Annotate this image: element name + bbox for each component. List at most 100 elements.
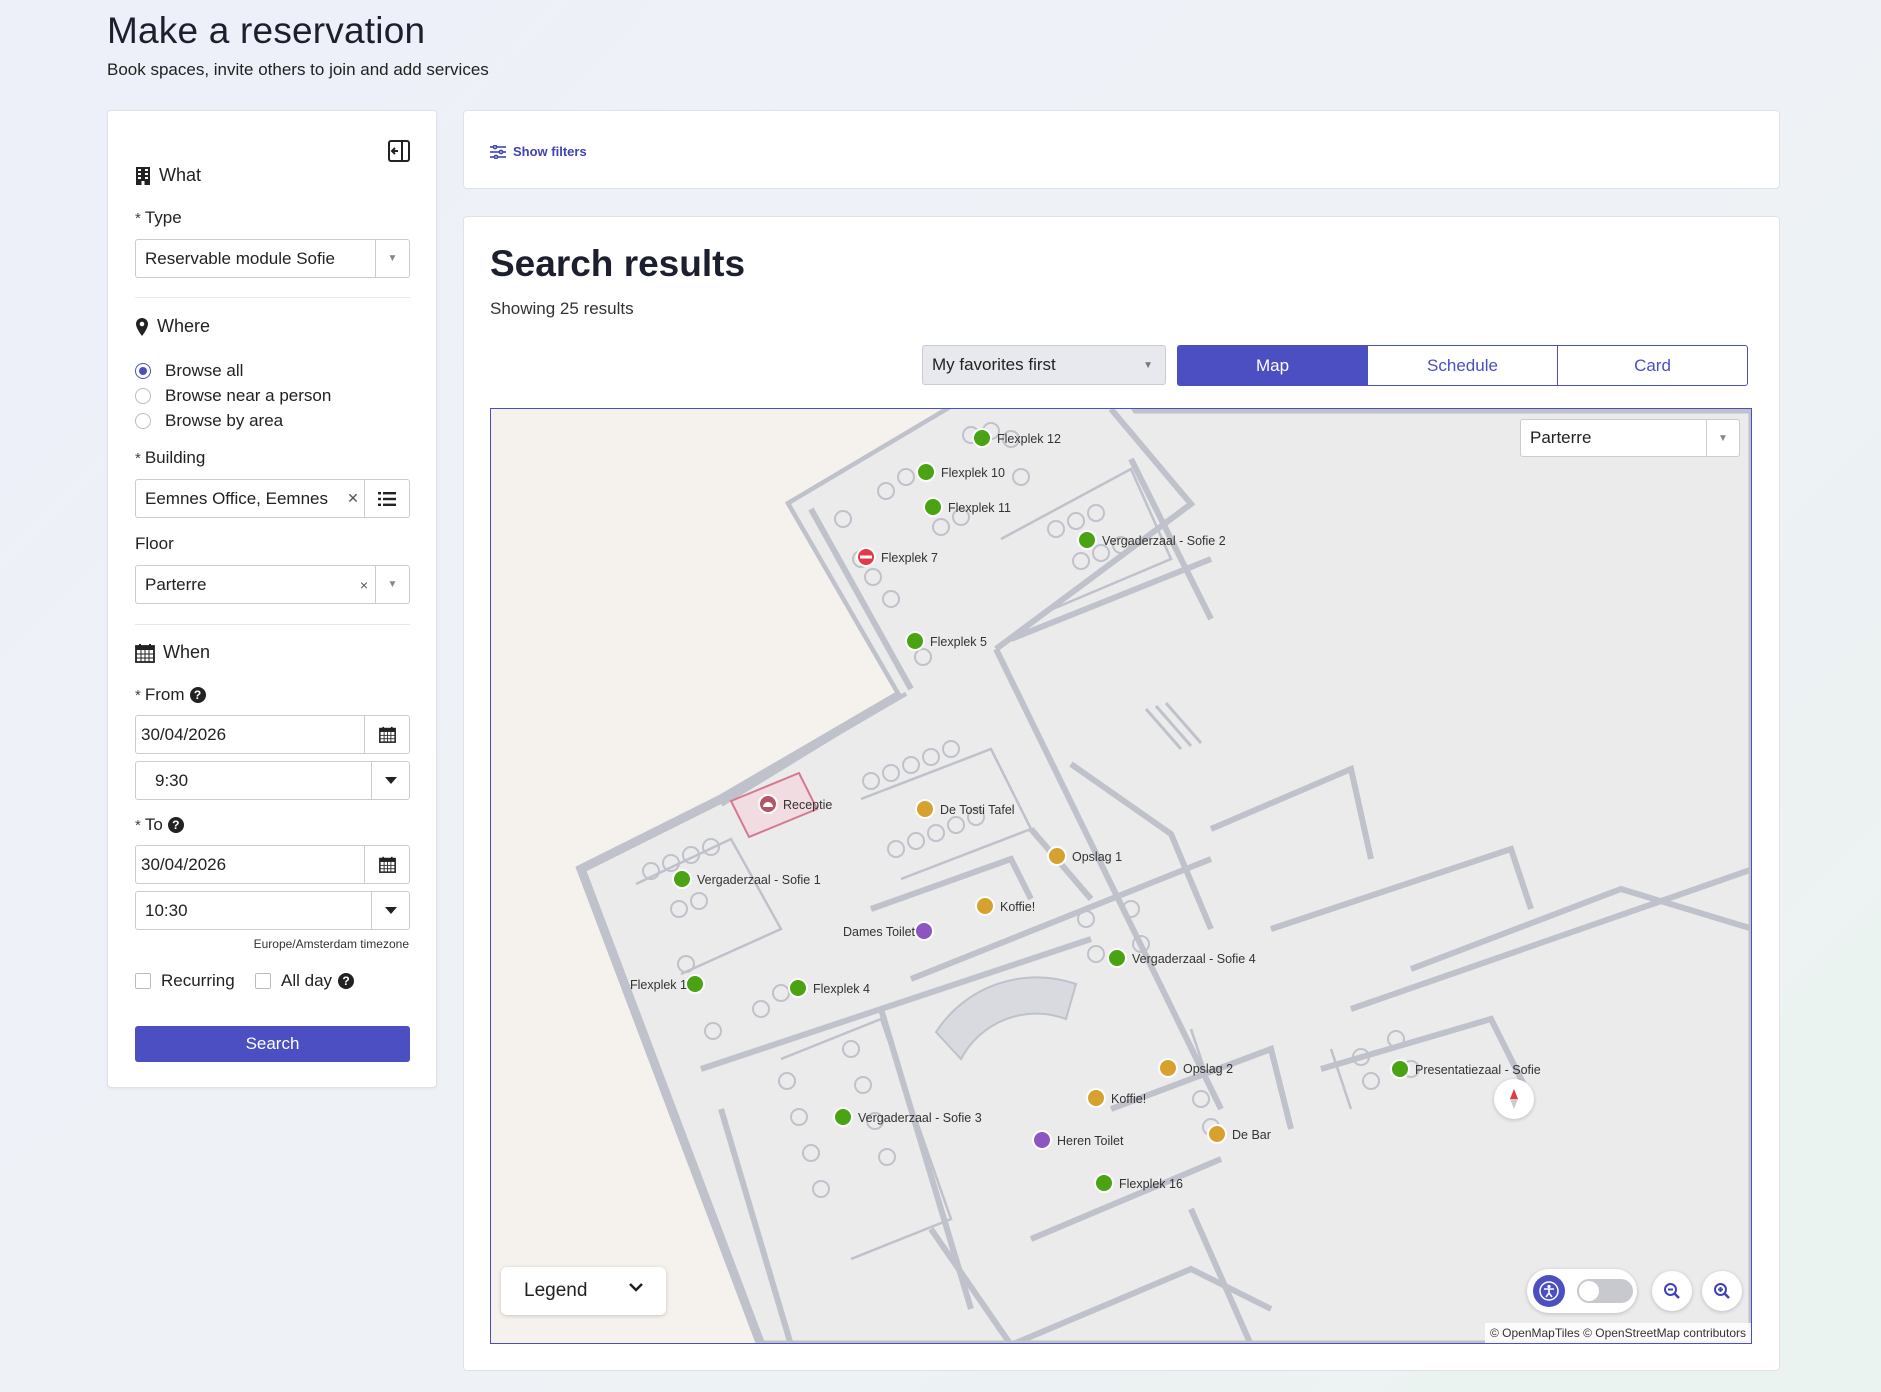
to-date-field[interactable]: 30/04/2026 bbox=[135, 845, 410, 884]
from-date-field[interactable]: 30/04/2026 bbox=[135, 715, 410, 754]
timezone-note: Europe/Amsterdam timezone bbox=[253, 937, 409, 951]
collapse-panel-icon[interactable] bbox=[387, 139, 411, 163]
clear-icon[interactable]: ✕ bbox=[342, 490, 364, 507]
map-pin-icon bbox=[136, 317, 148, 336]
help-icon[interactable]: ? bbox=[338, 973, 355, 989]
tab-card[interactable]: Card bbox=[1557, 345, 1748, 386]
poi-label: Opslag 2 bbox=[1183, 1062, 1233, 1076]
legend-label: Legend bbox=[524, 1280, 588, 1301]
radio-browse-near-person[interactable]: Browse near a person bbox=[135, 386, 331, 406]
poi-flexplek-5[interactable]: Flexplek 5 bbox=[905, 631, 987, 651]
divider bbox=[135, 297, 410, 298]
from-date-value: 30/04/2026 bbox=[141, 724, 227, 744]
page-subtitle: Book spaces, invite others to join and a… bbox=[107, 60, 489, 79]
poi-de-bar[interactable]: De Bar bbox=[1207, 1124, 1271, 1144]
poi-opslag-1[interactable]: Opslag 1 bbox=[1047, 846, 1122, 866]
to-date-value: 30/04/2026 bbox=[141, 854, 227, 874]
poi-label: Flexplek 11 bbox=[948, 501, 1011, 515]
poi-koffie-1[interactable]: Koffie! bbox=[975, 896, 1035, 916]
accessibility-toggle[interactable] bbox=[1527, 1269, 1637, 1313]
zoom-out-button[interactable] bbox=[1652, 1271, 1692, 1311]
reservation-form-panel: What * Type Reservable module Sofie ▼ Whe… bbox=[107, 110, 437, 1088]
results-count: Showing 25 results bbox=[490, 299, 634, 318]
poi-de-tosti-tafel[interactable]: De Tosti Tafel bbox=[915, 799, 1015, 819]
allday-checkbox[interactable]: All day? bbox=[255, 971, 355, 991]
poi-flexplek-1[interactable]: Flexplek 1 bbox=[630, 974, 705, 994]
poi-label: Vergaderzaal - Sofie 4 bbox=[1132, 952, 1256, 966]
poi-receptie[interactable]: Receptie bbox=[758, 794, 832, 814]
poi-heren-toilet[interactable]: Heren Toilet bbox=[1032, 1130, 1124, 1150]
caret-down-icon[interactable] bbox=[371, 892, 409, 929]
poi-label: De Tosti Tafel bbox=[940, 803, 1015, 817]
radio-browse-by-area[interactable]: Browse by area bbox=[135, 411, 283, 431]
calendar-icon[interactable] bbox=[364, 716, 409, 753]
show-filters-button[interactable]: Show filters bbox=[490, 144, 587, 159]
map-floor-select[interactable]: Parterre ▼ bbox=[1520, 419, 1740, 457]
poi-label: Flexplek 1 bbox=[630, 978, 687, 992]
map-floor-value: Parterre bbox=[1530, 428, 1592, 447]
floor-select[interactable]: Parterre × ▼ bbox=[135, 565, 410, 604]
floor-map[interactable]: Flexplek 12 Flexplek 10 Flexplek 11 Verg… bbox=[490, 408, 1752, 1344]
poi-flexplek-16[interactable]: Flexplek 16 bbox=[1094, 1173, 1183, 1193]
chevron-down-icon[interactable]: ▼ bbox=[1706, 420, 1739, 456]
radio-button[interactable] bbox=[135, 388, 151, 404]
from-time-select[interactable]: 9:30 bbox=[135, 761, 410, 800]
poi-label: Vergaderzaal - Sofie 3 bbox=[858, 1111, 982, 1125]
poi-label: Flexplek 7 bbox=[881, 551, 938, 565]
poi-koffie-2[interactable]: Koffie! bbox=[1086, 1088, 1146, 1108]
help-icon[interactable]: ? bbox=[189, 687, 206, 703]
poi-flexplek-7[interactable]: Flexplek 7 bbox=[856, 547, 938, 567]
chevron-down-icon bbox=[629, 1283, 643, 1292]
radio-browse-all[interactable]: Browse all bbox=[135, 361, 243, 381]
poi-label: Opslag 1 bbox=[1072, 850, 1122, 864]
radio-button[interactable] bbox=[135, 413, 151, 429]
poi-label: Vergaderzaal - Sofie 2 bbox=[1102, 534, 1226, 548]
chevron-down-icon: ▼ bbox=[1143, 360, 1153, 371]
poi-label: Flexplek 5 bbox=[930, 635, 987, 649]
floor-plan[interactable]: Flexplek 12 Flexplek 10 Flexplek 11 Verg… bbox=[491, 409, 1752, 1344]
poi-label: Vergaderzaal - Sofie 1 bbox=[697, 873, 821, 887]
chevron-down-icon[interactable]: ▼ bbox=[375, 240, 409, 277]
recurring-label: Recurring bbox=[161, 971, 235, 990]
zoom-in-button[interactable] bbox=[1702, 1271, 1742, 1311]
poi-label: Flexplek 4 bbox=[813, 982, 870, 996]
sort-select[interactable]: My favorites first ▼ bbox=[922, 345, 1166, 385]
building-field[interactable]: Eemnes Office, Eemnes ✕ bbox=[135, 479, 410, 518]
chevron-down-icon[interactable]: ▼ bbox=[375, 566, 409, 603]
calendar-icon[interactable] bbox=[364, 846, 409, 883]
when-label: When bbox=[163, 642, 211, 662]
poi-flexplek-10[interactable]: Flexplek 10 bbox=[916, 462, 1005, 482]
to-time-select[interactable]: 10:30 bbox=[135, 891, 410, 930]
type-select[interactable]: Reservable module Sofie ▼ bbox=[135, 239, 410, 278]
poi-dames-toilet[interactable]: Dames Toilet bbox=[843, 921, 934, 941]
recurring-checkbox[interactable]: Recurring bbox=[135, 971, 235, 991]
poi-flexplek-4[interactable]: Flexplek 4 bbox=[788, 978, 870, 998]
toggle-switch[interactable] bbox=[1577, 1279, 1633, 1303]
poi-opslag-2[interactable]: Opslag 2 bbox=[1158, 1058, 1233, 1078]
poi-flexplek-11[interactable]: Flexplek 11 bbox=[923, 497, 1011, 517]
tab-schedule[interactable]: Schedule bbox=[1367, 345, 1558, 386]
accessibility-icon bbox=[1533, 1275, 1565, 1307]
compass-button[interactable] bbox=[1494, 1079, 1534, 1119]
poi-label: Presentatiezaal - Sofie bbox=[1415, 1063, 1541, 1077]
radio-label: Browse near a person bbox=[165, 386, 332, 405]
help-icon[interactable]: ? bbox=[167, 817, 184, 833]
filters-card: Show filters bbox=[463, 110, 1780, 189]
poi-flexplek-12[interactable]: Flexplek 12 bbox=[972, 428, 1061, 448]
clear-icon[interactable]: × bbox=[353, 577, 375, 593]
tab-map[interactable]: Map bbox=[1177, 345, 1368, 386]
checkbox[interactable] bbox=[255, 973, 271, 989]
search-button[interactable]: Search bbox=[135, 1026, 410, 1062]
list-icon[interactable] bbox=[364, 480, 409, 517]
caret-down-icon[interactable] bbox=[371, 762, 409, 799]
zoom-out-icon bbox=[1664, 1283, 1680, 1299]
legend-button[interactable]: Legend bbox=[501, 1267, 666, 1315]
radio-label: Browse all bbox=[165, 361, 244, 380]
compass-icon bbox=[1510, 1089, 1518, 1109]
type-value: Reservable module Sofie bbox=[145, 248, 335, 268]
what-section-header: What bbox=[135, 165, 201, 186]
checkbox[interactable] bbox=[135, 973, 151, 989]
radio-button[interactable] bbox=[135, 363, 151, 379]
poi-label: Receptie bbox=[783, 798, 832, 812]
poi-label: Dames Toilet bbox=[843, 925, 916, 939]
